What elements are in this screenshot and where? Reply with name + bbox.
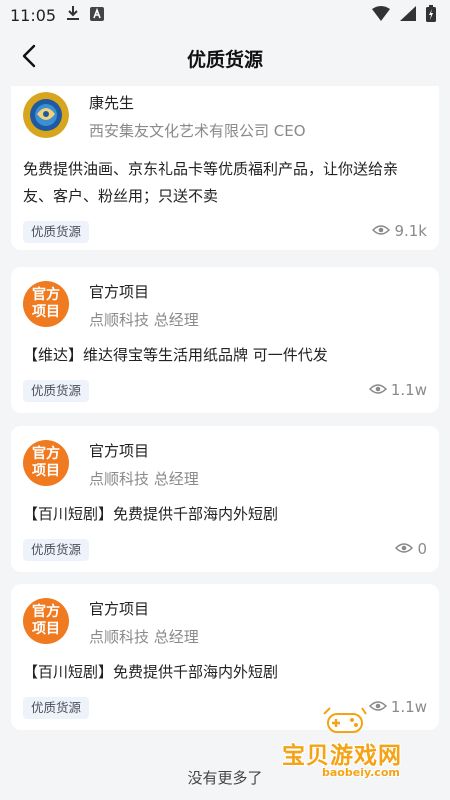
gamepad-icon — [322, 706, 368, 740]
eye-icon — [368, 381, 387, 399]
post-description: 【百川短剧】免费提供千部海内外短剧 — [23, 663, 279, 681]
watermark-title: 宝贝游戏网 — [282, 743, 402, 769]
back-button[interactable] — [14, 42, 44, 74]
watermark-url: baobeiy.com — [322, 766, 400, 779]
signal-icon — [400, 5, 416, 25]
author-role: 点顺科技 总经理 — [89, 470, 199, 488]
chevron-left-icon — [21, 44, 37, 72]
status-time: 11:05 — [10, 5, 57, 25]
category-tag[interactable]: 优质货源 — [23, 221, 90, 243]
author-name: 官方项目 — [89, 283, 150, 301]
list-item[interactable]: 康先生 西安集友文化艺术有限公司 CEO 免费提供油画、京东礼品卡等优质福利产品… — [11, 86, 439, 250]
official-project-badge: 官方 项目 — [23, 440, 69, 486]
status-bar: 11:05 — [0, 0, 450, 30]
category-tag[interactable]: 优质货源 — [23, 539, 90, 561]
list-item[interactable]: 官方 项目 官方项目 点顺科技 总经理 【百川短剧】免费提供千部海内外短剧 优质货… — [11, 426, 439, 572]
download-icon — [66, 5, 80, 25]
category-tag[interactable]: 优质货源 — [23, 697, 90, 719]
eye-icon — [395, 540, 414, 558]
view-count-value: 0 — [417, 540, 427, 558]
view-count-value: 1.1w — [390, 381, 427, 399]
view-count: 1.1w — [368, 381, 427, 399]
page-title: 优质货源 — [186, 48, 263, 71]
eye-icon — [372, 222, 391, 240]
view-count-value: 9.1k — [394, 222, 427, 240]
author-name: 康先生 — [89, 94, 135, 112]
post-description: 【百川短剧】免费提供千部海内外短剧 — [23, 505, 279, 523]
author-name: 官方项目 — [89, 600, 150, 618]
official-project-badge: 官方 项目 — [23, 281, 69, 327]
watermark-logo: 宝贝游戏网 baobeiy.com — [270, 706, 420, 779]
app-notification-icon — [90, 6, 105, 25]
author-role: 点顺科技 总经理 — [89, 628, 199, 646]
wifi-icon — [372, 5, 390, 25]
view-count: 0 — [395, 540, 427, 558]
author-name: 官方项目 — [89, 442, 150, 460]
view-count: 9.1k — [372, 222, 427, 240]
post-description: 【维达】维达得宝等生活用纸品牌 可一件代发 — [23, 346, 328, 364]
post-description: 免费提供油画、京东礼品卡等优质福利产品，让你送给亲友、客户、粉丝用；只送不卖 — [23, 160, 399, 205]
author-role: 点顺科技 总经理 — [89, 311, 199, 329]
list-item[interactable]: 官方 项目 官方项目 点顺科技 总经理 【维达】维达得宝等生活用纸品牌 可一件代发… — [11, 267, 439, 413]
official-project-badge: 官方 项目 — [23, 598, 69, 644]
title-bar: 优质货源 — [0, 30, 450, 86]
author-role: 西安集友文化艺术有限公司 CEO — [89, 122, 306, 140]
avatar — [23, 92, 69, 138]
battery-icon — [426, 4, 436, 26]
category-tag[interactable]: 优质货源 — [23, 380, 90, 402]
